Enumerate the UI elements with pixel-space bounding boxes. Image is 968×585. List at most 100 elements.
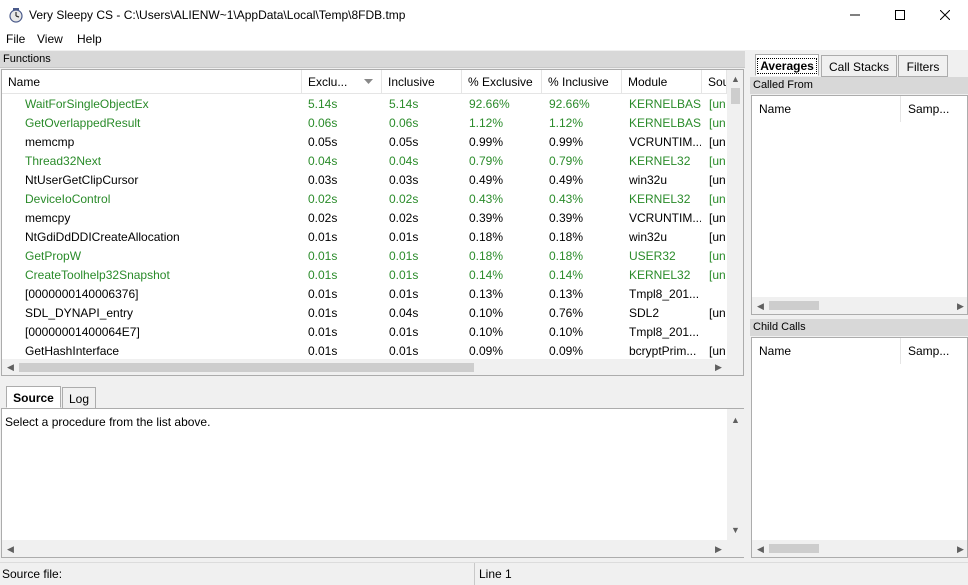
menu-help[interactable]: Help [77, 32, 102, 46]
cell-module: bcryptPrim... [629, 344, 697, 358]
table-row[interactable]: CreateToolhelp32Snapshot 0.01s 0.01s 0.14% 0… [2, 266, 727, 285]
cell-module: VCRUNTIM... [629, 135, 701, 149]
tab-log[interactable]: Log [62, 387, 96, 409]
column-header-exclusive[interactable]: Exclu... [302, 70, 382, 94]
child-calls-column-name[interactable]: Name [752, 338, 901, 364]
called-from-column-name[interactable]: Name [752, 96, 901, 122]
table-row[interactable]: Thread32Next 0.04s 0.04s 0.79% 0.79% KERNEL32… [2, 152, 727, 171]
cell-pct-inclusive: 0.14% [549, 268, 584, 282]
column-header-name[interactable]: Name [2, 70, 302, 94]
table-row[interactable]: GetOverlappedResult 0.06s 0.06s 1.12% 1.12% K… [2, 114, 727, 133]
table-row[interactable]: memcmp 0.05s 0.05s 0.99% 0.99% VCRUNTIM... [un [2, 133, 727, 152]
source-view[interactable]: Select a procedure from the list above. … [1, 408, 744, 558]
cell-pct-exclusive: 0.10% [469, 306, 504, 320]
cell-name: CreateToolhelp32Snapshot [25, 268, 170, 282]
source-vertical-scrollbar[interactable]: ▲ ▼ [727, 409, 744, 540]
cell-exclusive: 0.01s [308, 306, 338, 320]
functions-vertical-scrollbar[interactable]: ▲ [727, 70, 743, 359]
called-from-column-samples[interactable]: Samp... [901, 96, 967, 122]
functions-list[interactable]: Name Exclu... Inclusive % Exclusive % In… [1, 69, 744, 376]
scroll-right-icon[interactable]: ▶ [952, 544, 967, 554]
cell-pct-inclusive: 0.18% [549, 230, 584, 244]
cell-pct-inclusive: 0.79% [549, 154, 584, 168]
column-header-source[interactable]: Sou [702, 70, 727, 94]
minimize-button[interactable] [832, 0, 878, 30]
table-row[interactable]: [00000001400064E7] 0.01s 0.01s 0.10% 0.10% Tm… [2, 323, 727, 342]
functions-panel-header: Functions [0, 51, 745, 68]
table-row[interactable]: SDL_DYNAPI_entry 0.01s 0.04s 0.10% 0.76% SDL2… [2, 304, 727, 323]
cell-pct-inclusive: 0.39% [549, 211, 584, 225]
cell-name: [0000000140006376] [25, 287, 139, 301]
functions-hscroll-thumb[interactable] [19, 363, 474, 372]
tab-averages[interactable]: Averages [755, 54, 819, 76]
cell-name: WaitForSingleObjectEx [25, 97, 149, 111]
table-row[interactable]: memcpy 0.02s 0.02s 0.39% 0.39% VCRUNTIM... [un [2, 209, 727, 228]
table-row[interactable]: NtUserGetClipCursor 0.03s 0.03s 0.49% 0.49% w… [2, 171, 727, 190]
cell-pct-inclusive: 1.12% [549, 116, 584, 130]
table-row[interactable]: NtGdiDdDDICreateAllocation 0.01s 0.01s 0.18… [2, 228, 727, 247]
scroll-up-icon[interactable]: ▲ [727, 74, 743, 84]
scroll-right-icon[interactable]: ▶ [710, 362, 727, 372]
cell-name: Thread32Next [25, 154, 102, 168]
table-row[interactable]: [0000000140006376] 0.01s 0.01s 0.13% 0.13% Tm… [2, 285, 727, 304]
cell-pct-inclusive: 0.10% [549, 325, 584, 339]
cell-inclusive: 0.03s [389, 173, 419, 187]
column-header-inclusive[interactable]: Inclusive [382, 70, 462, 94]
scroll-right-icon[interactable]: ▶ [710, 544, 727, 554]
child-calls-horizontal-scrollbar[interactable]: ◀ ▶ [752, 540, 967, 557]
table-row[interactable]: GetPropW 0.01s 0.01s 0.18% 0.18% USER32 [un [2, 247, 727, 266]
cell-pct-exclusive: 0.49% [469, 173, 504, 187]
cell-module: KERNELBASE [629, 116, 701, 130]
scroll-left-icon[interactable]: ◀ [752, 544, 769, 554]
cell-exclusive: 0.01s [308, 325, 338, 339]
maximize-button[interactable] [877, 0, 923, 30]
cell-name: SDL_DYNAPI_entry [25, 306, 134, 320]
cell-inclusive: 0.06s [389, 116, 419, 130]
child-calls-list[interactable]: Name Samp... ◀ ▶ [751, 337, 968, 558]
status-divider [474, 563, 475, 585]
table-row[interactable]: DeviceIoControl 0.02s 0.02s 0.43% 0.43% KERNE… [2, 190, 727, 209]
cell-name: GetOverlappedResult [25, 116, 141, 130]
column-header-pct-inclusive[interactable]: % Inclusive [542, 70, 622, 94]
cell-module: KERNEL32 [629, 154, 691, 168]
called-from-hscroll-thumb[interactable] [769, 301, 819, 310]
called-from-header: Called From [750, 77, 968, 94]
cell-exclusive: 0.03s [308, 173, 338, 187]
close-button[interactable] [922, 0, 968, 30]
minimize-icon [850, 14, 860, 16]
called-from-horizontal-scrollbar[interactable]: ◀ ▶ [752, 297, 967, 314]
title-bar: Very Sleepy CS - C:\Users\ALIENW~1\AppDa… [0, 0, 968, 30]
tab-filters[interactable]: Filters [898, 55, 948, 77]
scroll-left-icon[interactable]: ◀ [752, 301, 769, 311]
scroll-left-icon[interactable]: ◀ [2, 544, 19, 554]
scroll-down-icon[interactable]: ▼ [727, 525, 744, 535]
scroll-left-icon[interactable]: ◀ [2, 362, 19, 372]
cell-module: KERNEL32 [629, 268, 691, 282]
cell-source: [un [709, 135, 726, 149]
scroll-up-icon[interactable]: ▲ [727, 415, 744, 425]
tab-source[interactable]: Source [6, 386, 61, 408]
status-line-number: Line 1 [479, 567, 512, 581]
source-horizontal-scrollbar[interactable]: ◀ ▶ [2, 540, 744, 557]
tab-call-stacks[interactable]: Call Stacks [821, 55, 897, 77]
cell-name: [00000001400064E7] [25, 325, 140, 339]
cell-source: [un [709, 268, 726, 282]
scroll-right-icon[interactable]: ▶ [952, 301, 967, 311]
cell-name: NtGdiDdDDICreateAllocation [25, 230, 180, 244]
column-header-module[interactable]: Module [622, 70, 702, 94]
functions-horizontal-scrollbar[interactable]: ◀ ▶ [2, 359, 743, 375]
cell-name: NtUserGetClipCursor [25, 173, 139, 187]
cell-source: [un [709, 173, 726, 187]
cell-pct-inclusive: 0.99% [549, 135, 584, 149]
menu-file[interactable]: File [6, 32, 25, 46]
table-row[interactable]: WaitForSingleObjectEx 5.14s 5.14s 92.66% 92.… [2, 95, 727, 114]
cell-inclusive: 0.01s [389, 287, 419, 301]
cell-inclusive: 0.04s [389, 154, 419, 168]
called-from-list[interactable]: Name Samp... ◀ ▶ [751, 95, 968, 315]
menu-view[interactable]: View [37, 32, 63, 46]
child-calls-hscroll-thumb[interactable] [769, 544, 819, 553]
child-calls-column-samples[interactable]: Samp... [901, 338, 967, 364]
cell-inclusive: 0.01s [389, 230, 419, 244]
functions-vscroll-thumb[interactable] [731, 88, 740, 104]
column-header-pct-exclusive[interactable]: % Exclusive [462, 70, 542, 94]
